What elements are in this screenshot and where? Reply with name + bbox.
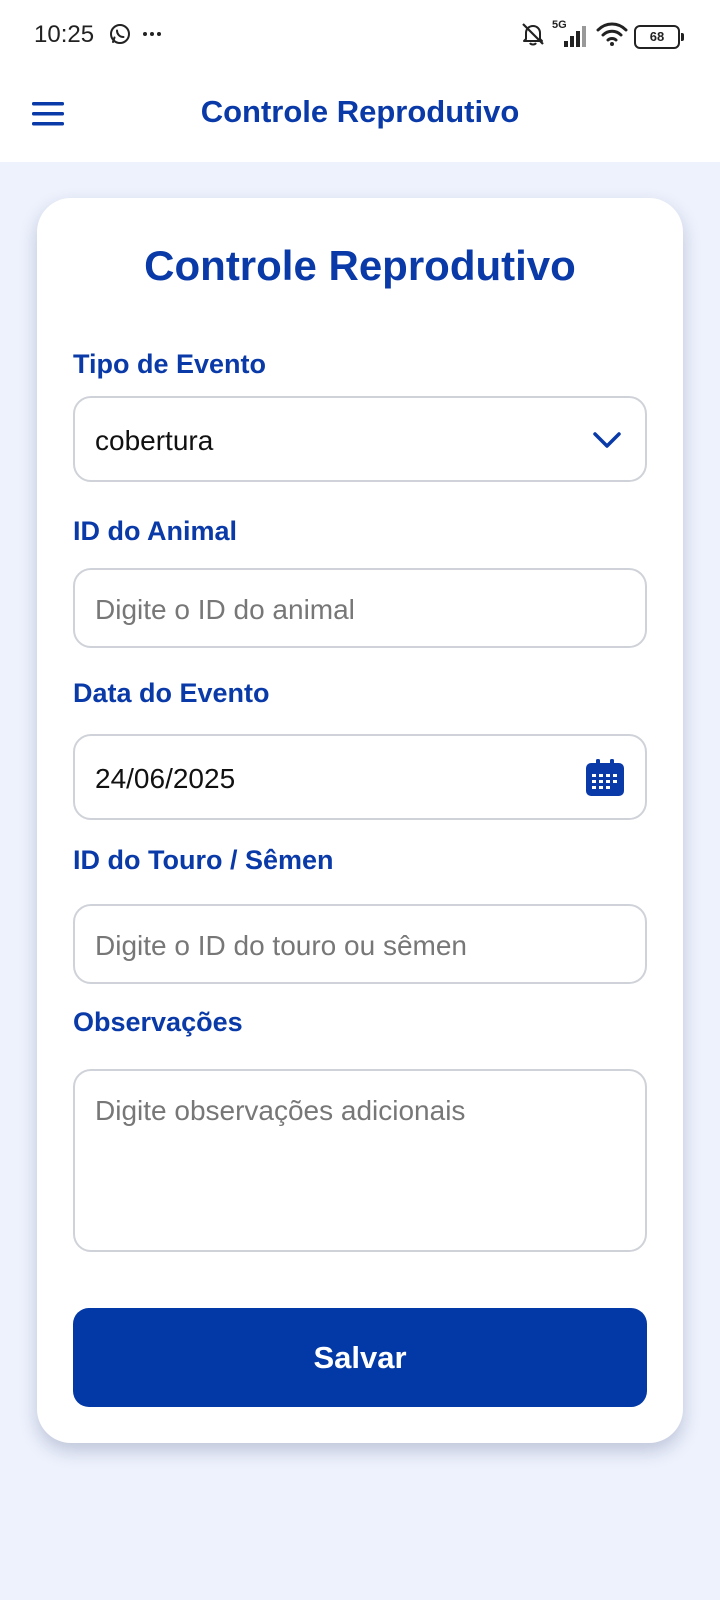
page-title: Controle Reprodutivo: [200, 94, 520, 129]
bull-id-placeholder: Digite o ID do touro ou sêmen: [95, 930, 467, 961]
notes-label: Observações: [73, 1007, 243, 1037]
more-icon: [140, 22, 164, 51]
event-type-label: Tipo de Evento: [73, 349, 267, 379]
mute-icon: [520, 21, 546, 52]
status-notification-icons: [108, 22, 164, 51]
bull-id-label: ID do Touro / Sêmen: [73, 845, 334, 875]
battery-icon: 68: [634, 24, 684, 49]
notes-placeholder: Digite observações adicionais: [95, 1095, 466, 1126]
event-date-label: Data do Evento: [73, 678, 270, 708]
form-title: Controle Reprodutivo: [144, 242, 576, 289]
calendar-icon[interactable]: [585, 757, 625, 804]
save-button[interactable]: Salvar: [73, 1308, 647, 1407]
wifi-icon: [596, 20, 628, 53]
signal-icon: 5G: [552, 19, 590, 51]
animal-id-input[interactable]: Digite o ID do animal: [73, 568, 647, 648]
status-system-icons: 5G 68: [520, 19, 684, 53]
form-card: Controle Reprodutivo Tipo de Evento cobe…: [37, 198, 683, 1443]
app-header: Controle Reprodutivo: [0, 70, 720, 162]
animal-id-placeholder: Digite o ID do animal: [95, 594, 355, 625]
event-type-value: cobertura: [95, 425, 214, 456]
event-date-value: 24/06/2025: [95, 763, 236, 794]
animal-id-label: ID do Animal: [73, 516, 238, 546]
event-type-select[interactable]: cobertura: [73, 396, 647, 482]
status-bar: 10:25 5G 68: [0, 0, 720, 70]
chevron-down-icon: [591, 424, 623, 463]
status-time: 10:25: [34, 21, 95, 48]
event-date-input[interactable]: 24/06/2025: [73, 734, 647, 820]
notes-textarea[interactable]: Digite observações adicionais: [73, 1069, 647, 1252]
whatsapp-icon: [108, 22, 132, 51]
bull-id-input[interactable]: Digite o ID do touro ou sêmen: [73, 904, 647, 984]
